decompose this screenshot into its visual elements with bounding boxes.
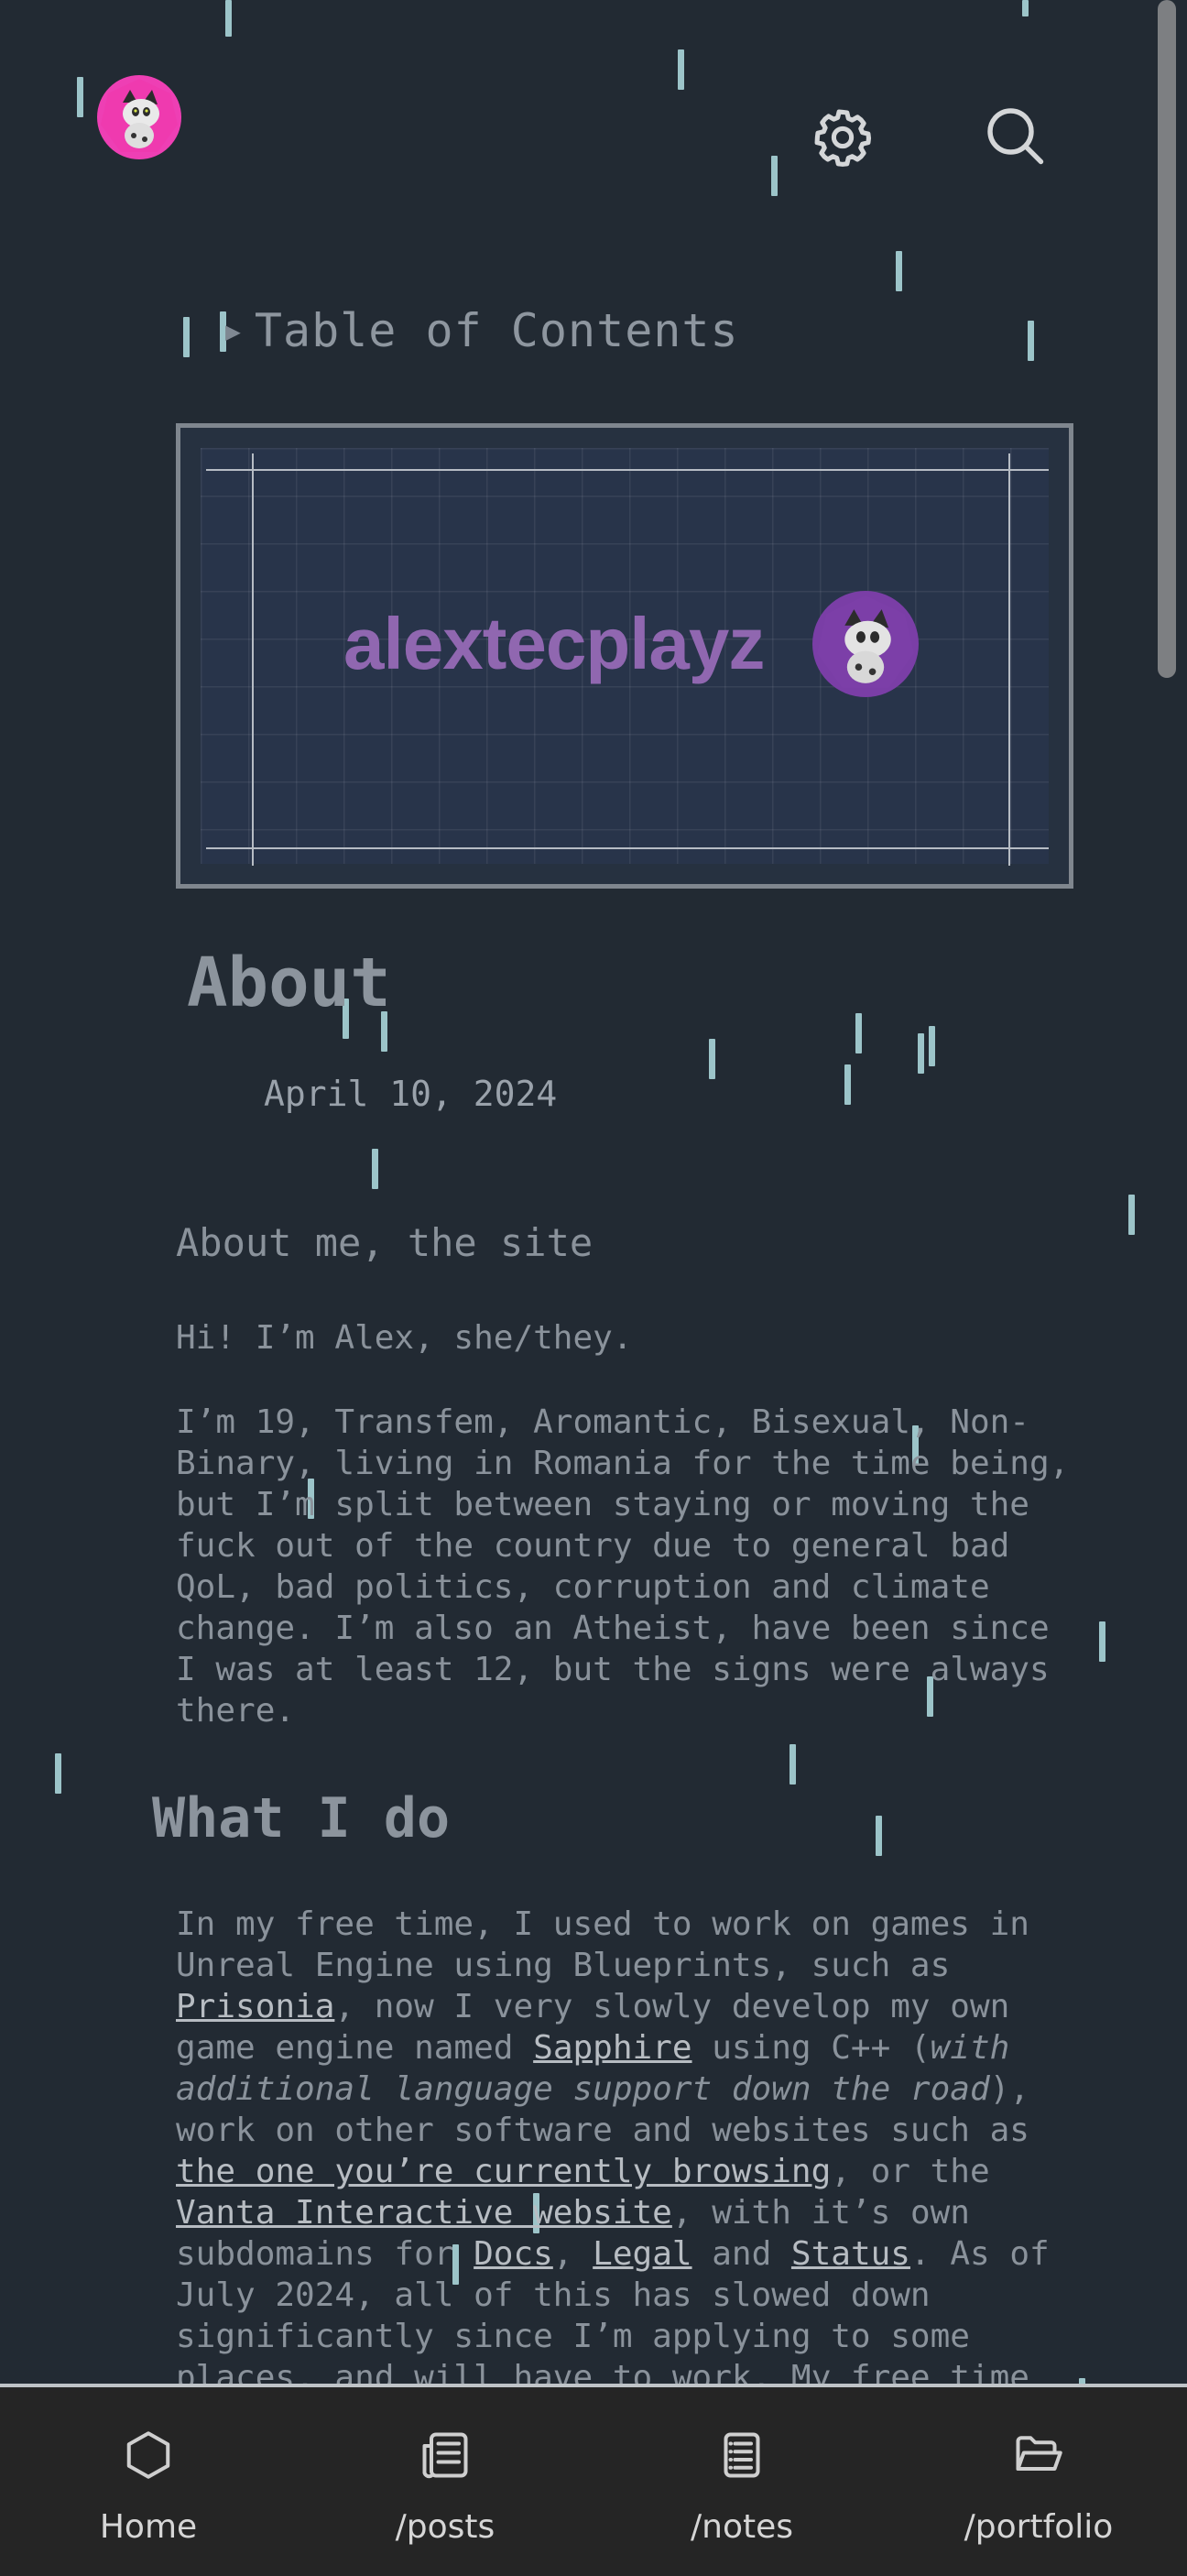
text: , [552,2235,594,2273]
nav-label: /portfolio [964,2508,1114,2546]
banner-image: alextecplayz [176,423,1073,889]
rain-drop [183,317,190,357]
what-i-do-paragraph: In my free time, I used to work on games… [176,1904,1073,2384]
section-heading-what-i-do: What I do [152,1786,451,1850]
link-sapphire[interactable]: Sapphire [533,2029,692,2067]
link-prisonia[interactable]: Prisonia [176,1988,334,2025]
nav-label: Home [99,2508,198,2546]
cat-avatar-icon [101,79,178,152]
rain-drop [771,156,778,196]
nav-home[interactable]: Home [0,2387,297,2576]
avatar[interactable] [97,75,181,159]
rain-drop [1128,1195,1135,1235]
banner-frame-line [206,469,1049,471]
rain-drop [55,1753,61,1794]
search-button[interactable] [982,103,1048,169]
nav-label: /posts [395,2508,495,2546]
nav-label: /notes [691,2508,793,2546]
rain-drop [77,77,83,117]
rain-drop [1022,0,1029,16]
rain-drop [896,251,902,291]
rain-drop [929,1026,935,1066]
nav-posts[interactable]: /posts [297,2387,594,2576]
intro-paragraph: Hi! I’m Alex, she/they. [176,1319,633,1357]
rain-drop [678,49,684,90]
text: , or the [831,2153,990,2190]
search-icon [987,108,1044,165]
rain-drop [225,0,232,37]
post-date: April 10, 2024 [264,1074,558,1114]
settings-button[interactable] [810,104,876,170]
rain-drop [844,1064,851,1105]
rain-drop [876,1816,882,1856]
rain-drop [1099,1621,1105,1662]
link-vanta-interactive[interactable]: Vanta Interactive website [176,2194,672,2232]
text: using C++ ( [692,2029,931,2067]
text: In my free time, I used to work on games… [176,1905,1029,1984]
link-docs[interactable]: Docs [474,2235,553,2273]
scrollbar[interactable] [1158,0,1176,678]
mascot-icon [812,591,919,697]
rain-drop [855,1013,862,1053]
rain-drop [1028,321,1034,361]
nav-portfolio[interactable]: /portfolio [890,2387,1187,2576]
bottom-nav: Home /posts /notes /portfolio [0,2384,1187,2576]
text: and [692,2235,791,2273]
table-of-contents-toggle[interactable]: ▶ Table of Contents [225,304,739,357]
banner-frame-line [252,453,254,866]
bio-paragraph: I’m 19, Transfem, Aromantic, Bisexual, N… [176,1403,1070,1730]
banner-frame-line [206,847,1049,849]
nav-notes[interactable]: /notes [594,2387,890,2576]
newspaper-icon [422,2432,468,2479]
folder-open-icon [1016,2436,1062,2471]
rain-drop [790,1744,796,1785]
page-subtitle: About me, the site [176,1220,594,1265]
page-title: About [187,944,391,1022]
gear-icon [814,109,872,167]
banner-logo-text: alextecplayz [343,603,765,684]
hexagon-icon [126,2431,170,2479]
toc-label: Table of Contents [254,304,739,357]
link-this-site[interactable]: the one you’re currently browsing [176,2153,831,2190]
triangle-right-icon: ▶ [225,315,242,346]
link-status[interactable]: Status [791,2235,910,2273]
rain-drop [709,1039,715,1079]
banner-frame-line [1008,453,1010,866]
rain-drop [372,1149,378,1189]
link-legal[interactable]: Legal [593,2235,692,2273]
rain-drop [918,1033,924,1074]
notes-icon [724,2432,760,2478]
